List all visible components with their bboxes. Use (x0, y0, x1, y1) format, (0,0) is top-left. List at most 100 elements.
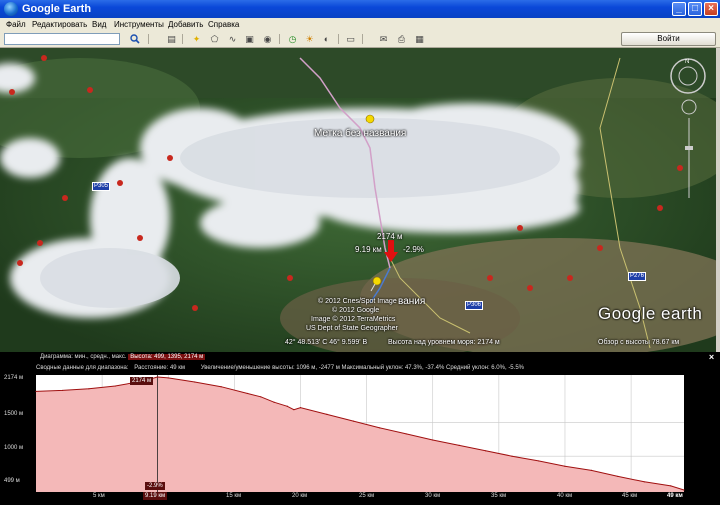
ruler-icon[interactable]: ▭ (344, 33, 357, 45)
toolbar-separator (338, 34, 339, 44)
elevation-cursor-arrow-icon (384, 240, 398, 262)
earth-view[interactable]: N Метка без названия 2174 м 9.19 км -2.9… (0, 48, 716, 352)
x-tick-label: 15 км (226, 493, 242, 499)
map-cursor-slope: -2.9% (403, 245, 424, 254)
elevation-point (167, 377, 169, 379)
y-tick-label: 1000 м (4, 445, 24, 451)
google-earth-window: Google Earth _ □ × Файл Редактировать Ви… (0, 0, 720, 505)
maximize-button[interactable]: □ (688, 2, 702, 16)
profile-elevation-stats[interactable]: Высота: 499, 1395, 2174 м (128, 354, 206, 360)
menu-help[interactable]: Справка (208, 20, 239, 29)
status-coordinates: 42° 48.513' С 46° 9.599' В (285, 339, 368, 346)
minimize-button[interactable]: _ (672, 2, 686, 16)
toolbar-separator (362, 34, 363, 44)
profile-summary-details: Увеличение/уменьшение высоты: 1096 м, -2… (200, 365, 524, 371)
imagery-credit: Image © 2012 TerraMetrics (311, 316, 396, 323)
toolbar-separator (148, 34, 149, 44)
map-cursor-distance: 9.19 км (355, 245, 382, 254)
profile-summary: Сводные данные для диапазона: Расстояние… (36, 365, 524, 371)
elevation-point (35, 390, 37, 393)
profile-header-prefix: Диаграмма: мин., средн., макс. (40, 354, 127, 360)
elevation-point (432, 439, 434, 441)
elevation-point (458, 444, 460, 447)
elevation-point (617, 475, 619, 478)
imagery-credit: US Dept of State Geographer (306, 325, 398, 332)
second-placemark-label: вания (398, 296, 426, 307)
sidebar-toggle-icon[interactable]: ▤ (165, 33, 178, 45)
elevation-point (293, 409, 295, 411)
close-icon[interactable]: × (707, 353, 716, 362)
cursor-slope-tag: -2.9% (145, 482, 165, 490)
profile-header: Диаграмма: мин., средн., макс. Высота: 4… (40, 354, 206, 360)
close-button[interactable]: × (704, 2, 718, 16)
y-tick-label: 499 м (4, 478, 20, 484)
svg-text:N: N (685, 59, 689, 65)
elevation-point (379, 427, 381, 429)
title-bar[interactable]: Google Earth _ □ × (0, 0, 720, 18)
imagery-credit: © 2012 Google (332, 307, 380, 314)
search-icon[interactable] (128, 33, 141, 45)
x-tick-label: 45 км (622, 493, 638, 499)
elevation-point (352, 420, 354, 422)
add-polygon-icon[interactable]: ⬠ (208, 33, 221, 45)
elevation-point (194, 381, 196, 383)
google-maps-icon[interactable]: ▦ (413, 33, 426, 45)
profile-summary-prefix: Сводные данные для диапазона: (36, 365, 129, 371)
x-tick-label: 30 км (425, 493, 441, 499)
add-path-icon[interactable]: ∿ (226, 33, 239, 45)
x-tick-label: 35 км (491, 493, 507, 499)
menu-edit[interactable]: Редактировать (32, 20, 87, 29)
menu-add[interactable]: Добавить (168, 20, 203, 29)
elevation-point (564, 465, 566, 467)
cursor-elevation-tag: 2174 м (130, 377, 154, 385)
elevation-point (511, 455, 513, 457)
elevation-point (286, 405, 288, 407)
login-button[interactable]: Войти (621, 32, 716, 46)
menu-tools[interactable]: Инструменты (114, 20, 164, 29)
elevation-point (273, 401, 275, 403)
record-tour-icon[interactable]: ◉ (261, 33, 274, 45)
elevation-point (299, 407, 302, 409)
road-sign: P306 (465, 301, 484, 310)
elevation-point (61, 389, 64, 392)
profile-distance: Расстояние: 49 км (134, 365, 186, 371)
status-elevation: Высота над уровнем моря: 2174 м (388, 339, 500, 346)
elevation-point (246, 392, 249, 395)
menu-bar: Файл Редактировать Вид Инструменты Добав… (0, 18, 720, 32)
cursor-distance-tag: 9.19 км (143, 492, 168, 500)
x-tick-label: 40 км (557, 493, 573, 499)
x-end-label: 49 км (667, 493, 683, 499)
toolbar-separator (279, 34, 280, 44)
x-tick-label: 5 км (93, 493, 105, 499)
placemark-pin-icon[interactable] (369, 276, 383, 292)
google-earth-logo: Google earth (598, 304, 703, 323)
road-sign: P276 (628, 272, 647, 281)
add-overlay-icon[interactable]: ▣ (243, 33, 256, 45)
email-icon[interactable]: ✉ (377, 33, 390, 45)
menu-view[interactable]: Вид (92, 20, 106, 29)
compass-control-icon[interactable]: N (668, 56, 708, 96)
elevation-point (114, 385, 116, 387)
elevation-point (670, 485, 672, 487)
sunlight-icon[interactable]: ☀ (303, 33, 316, 45)
x-tick-label: 20 км (292, 493, 308, 499)
planet-switch-icon[interactable]: ◐ (320, 33, 333, 45)
elevation-point (643, 481, 645, 483)
elevation-point (88, 388, 90, 390)
menu-file[interactable]: Файл (6, 20, 26, 29)
road-sign: P305 (92, 182, 111, 191)
elevation-point (220, 386, 222, 388)
elevation-point (326, 413, 328, 415)
map-cursor-elevation: 2174 м (377, 232, 403, 241)
search-input[interactable] (4, 33, 120, 45)
x-tick-label: 25 км (359, 493, 375, 499)
elevation-chart[interactable] (0, 372, 720, 505)
y-tick-label: 1500 м (4, 411, 24, 417)
print-icon[interactable]: ⎙ (395, 33, 408, 45)
elevation-point (537, 460, 540, 462)
historical-imagery-icon[interactable]: ◷ (286, 33, 299, 45)
add-placemark-icon[interactable]: ✦ (190, 33, 203, 45)
elevation-point (156, 376, 159, 378)
elevation-point (485, 450, 487, 452)
zoom-slider-icon[interactable] (680, 98, 698, 208)
